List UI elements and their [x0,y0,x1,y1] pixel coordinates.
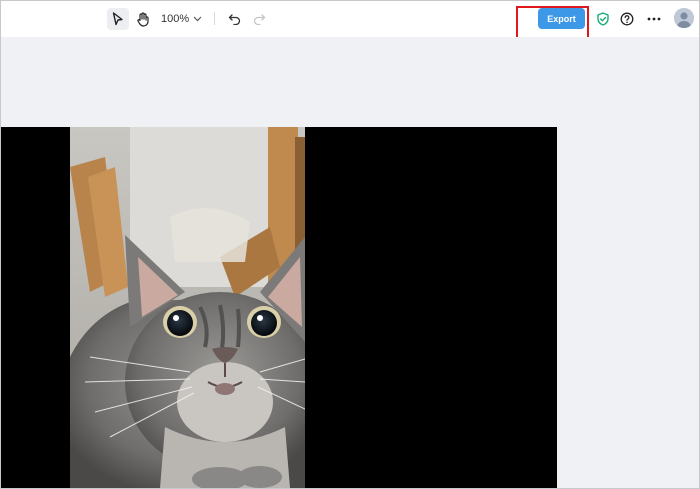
zoom-dropdown[interactable]: 100% [161,9,202,29]
help-button[interactable] [617,8,637,30]
cursor-arrow-icon [112,12,123,26]
help-circle-icon [620,12,634,26]
cat-image [70,127,305,488]
user-avatar[interactable] [674,8,694,28]
chevron-down-icon [193,16,202,22]
select-tool-button[interactable] [107,8,129,30]
redo-icon [253,14,265,25]
undo-button[interactable] [224,8,244,30]
export-button[interactable]: Export [538,8,585,29]
more-dots-icon [647,17,661,21]
video-frame[interactable] [1,127,557,488]
editing-canvas[interactable] [1,37,699,488]
hand-icon [137,11,149,27]
top-toolbar: 100% Export [1,1,699,39]
more-options-button[interactable] [643,8,665,30]
shield-check-icon [597,12,609,26]
toolbar-divider [214,12,215,25]
cat-video-image[interactable] [70,127,305,488]
zoom-level: 100% [161,13,190,25]
user-avatar-icon [674,8,694,28]
hand-tool-button[interactable] [132,8,154,30]
redo-button[interactable] [249,8,269,30]
editor-window: 100% Export [0,0,700,489]
undo-icon [228,14,240,25]
security-button[interactable] [594,8,612,30]
